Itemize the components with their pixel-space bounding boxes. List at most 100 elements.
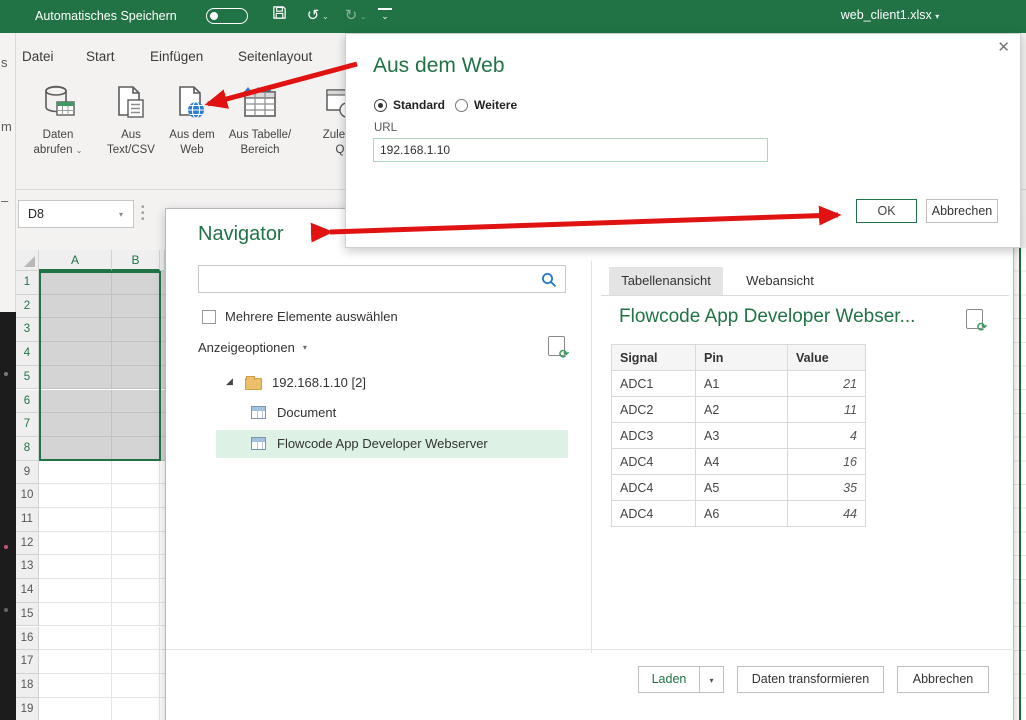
grid-cell[interactable] — [112, 390, 160, 414]
document-title[interactable]: web_client1.xlsx ▾ — [800, 8, 980, 22]
grid-cell[interactable] — [112, 698, 160, 720]
grid-cell[interactable] — [39, 603, 112, 627]
from-table-range-button[interactable]: Aus Tabelle/ Bereich — [212, 82, 308, 158]
row-header[interactable]: 15 — [16, 603, 39, 627]
grid-cell[interactable] — [112, 271, 160, 295]
grid-cell[interactable] — [112, 461, 160, 485]
row-header[interactable]: 13 — [16, 555, 39, 579]
grid-cell[interactable] — [112, 437, 160, 461]
row-header[interactable]: 4 — [16, 342, 39, 366]
search-icon[interactable] — [541, 272, 557, 288]
grid-cell[interactable] — [39, 318, 112, 342]
tree-item-flowcode-webserver[interactable]: Flowcode App Developer Webserver — [216, 430, 568, 458]
row-header[interactable]: 18 — [16, 674, 39, 698]
column-header-b[interactable]: B — [112, 250, 160, 271]
grid-cell[interactable] — [112, 366, 160, 390]
navigator-search-input[interactable] — [203, 269, 533, 289]
grid-cell[interactable] — [39, 532, 112, 556]
tab-seitenlayout[interactable]: Seitenlayout — [238, 49, 312, 64]
row-header[interactable]: 6 — [16, 390, 39, 414]
refresh-icon[interactable]: ⟳ — [966, 309, 983, 329]
sheet-row: 18 — [16, 674, 165, 698]
tree-item-document[interactable]: Document — [166, 399, 586, 427]
grid-cell[interactable] — [39, 390, 112, 414]
quick-access-customize-icon[interactable]: ⌄ — [378, 8, 392, 20]
select-all-corner[interactable] — [16, 250, 39, 271]
row-header[interactable]: 8 — [16, 437, 39, 461]
grid-cell[interactable] — [39, 674, 112, 698]
row-header[interactable]: 10 — [16, 484, 39, 508]
undo-icon[interactable]: ↺ — [302, 5, 324, 27]
tree-root-item[interactable]: ◢ 192.168.1.10 [2] — [166, 369, 586, 397]
row-header[interactable]: 17 — [16, 650, 39, 674]
load-button[interactable]: Laden — [638, 666, 700, 693]
grid-cell[interactable] — [39, 555, 112, 579]
grid-cell[interactable] — [39, 461, 112, 485]
navigator-cancel-button[interactable]: Abbrechen — [897, 666, 989, 693]
row-header[interactable]: 14 — [16, 579, 39, 603]
grid-cell[interactable] — [112, 413, 160, 437]
save-icon[interactable] — [268, 5, 290, 27]
row-header[interactable]: 3 — [16, 318, 39, 342]
url-input[interactable] — [373, 138, 768, 162]
grid-cell[interactable] — [39, 579, 112, 603]
display-options-dropdown[interactable]: Anzeigeoptionen▾ — [198, 340, 307, 355]
grid-cell[interactable] — [39, 627, 112, 651]
grid-cell[interactable] — [112, 484, 160, 508]
grid-cell[interactable] — [112, 579, 160, 603]
tab-tabellenansicht[interactable]: Tabellenansicht — [609, 267, 723, 295]
tree-expanded-icon[interactable]: ◢ — [226, 376, 233, 387]
grid-cell[interactable] — [112, 508, 160, 532]
close-icon[interactable]: ✕ — [997, 38, 1010, 56]
undo-dropdown-icon[interactable]: ⌄ — [322, 12, 329, 21]
get-data-button[interactable]: Daten abrufen ⌄ — [18, 82, 98, 158]
web-dialog-cancel-button[interactable]: Abbrechen — [926, 199, 998, 223]
load-dropdown-button[interactable]: ▾ — [699, 666, 724, 693]
from-text-csv-button[interactable]: Aus Text/CSV — [100, 82, 162, 158]
multi-select-checkbox[interactable] — [202, 310, 216, 324]
grid-cell[interactable] — [112, 532, 160, 556]
row-header[interactable]: 16 — [16, 627, 39, 651]
grid-cell[interactable] — [112, 674, 160, 698]
row-header[interactable]: 2 — [16, 295, 39, 319]
grid-cell[interactable] — [112, 295, 160, 319]
grid-cell[interactable] — [39, 698, 112, 720]
grid-cell[interactable] — [39, 366, 112, 390]
grid-cell[interactable] — [112, 555, 160, 579]
tab-start[interactable]: Start — [86, 49, 115, 64]
grid-cell[interactable] — [39, 271, 112, 295]
grid-cell[interactable] — [39, 484, 112, 508]
row-header[interactable]: 1 — [16, 271, 39, 295]
row-header[interactable]: 7 — [16, 413, 39, 437]
row-header[interactable]: 12 — [16, 532, 39, 556]
name-box[interactable]: D8 ▾ — [18, 200, 134, 228]
row-header[interactable]: 5 — [16, 366, 39, 390]
row-header[interactable]: 9 — [16, 461, 39, 485]
radio-standard[interactable] — [374, 99, 387, 112]
autosave-toggle[interactable] — [206, 8, 248, 24]
transform-data-button[interactable]: Daten transformieren — [737, 666, 884, 693]
grid-cell[interactable] — [39, 413, 112, 437]
radio-weitere[interactable] — [455, 99, 468, 112]
grid-cell[interactable] — [39, 437, 112, 461]
row-header[interactable]: 11 — [16, 508, 39, 532]
tab-webansicht[interactable]: Webansicht — [732, 267, 828, 295]
row-header[interactable]: 19 — [16, 698, 39, 720]
grid-cell[interactable] — [112, 650, 160, 674]
navigator-search-box[interactable] — [198, 265, 566, 293]
refresh-icon[interactable]: ⟳ — [548, 336, 565, 356]
grid-cell[interactable] — [112, 342, 160, 366]
grid-cell[interactable] — [39, 508, 112, 532]
column-header-a[interactable]: A — [39, 250, 112, 271]
grid-cell[interactable] — [39, 295, 112, 319]
ok-button[interactable]: OK — [856, 199, 917, 223]
grid-cell[interactable] — [39, 342, 112, 366]
grid-cell[interactable] — [112, 318, 160, 342]
tab-datei[interactable]: Datei — [22, 49, 54, 64]
tab-einfuegen[interactable]: Einfügen — [150, 49, 203, 64]
grid-cell[interactable] — [112, 627, 160, 651]
name-box-dropdown-icon[interactable]: ▾ — [119, 210, 123, 219]
grid-cell[interactable] — [39, 650, 112, 674]
excel-titlebar: Automatisches Speichern ↺ ⌄ ↻ ⌄ ⌄ web_cl… — [0, 0, 1026, 33]
grid-cell[interactable] — [112, 603, 160, 627]
